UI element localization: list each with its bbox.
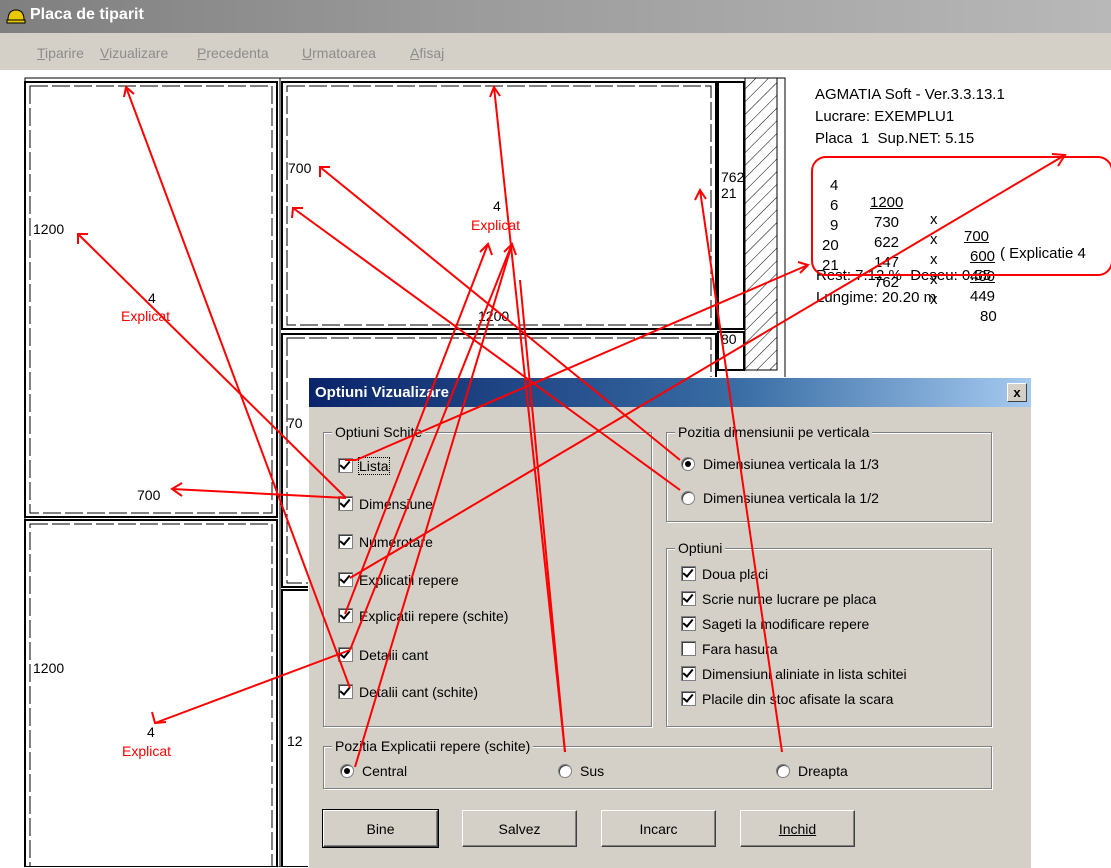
info-placa: Placa 1 Sup.NET: 5.15 bbox=[815, 130, 975, 147]
close-icon[interactable]: x bbox=[1007, 383, 1027, 402]
checkbox-icon bbox=[338, 572, 353, 587]
checkbox-icon bbox=[681, 616, 696, 631]
checkbox-lista[interactable]: Lista bbox=[338, 457, 390, 475]
radio-sus[interactable]: Sus bbox=[558, 763, 604, 779]
checkbox-explicatii-repere[interactable]: Explicatii repere bbox=[338, 572, 459, 588]
dialog-titlebar: Optiuni Vizualizare x bbox=[309, 378, 1031, 407]
checkbox-icon bbox=[681, 666, 696, 681]
info-lungime: Lungime: 20.20 m bbox=[816, 289, 937, 306]
dim-1200-mid: 1200 bbox=[478, 308, 510, 324]
dialog-title: Optiuni Vizualizare bbox=[315, 384, 449, 401]
menu-bar: Tiparire Vizualizare Precedenta Urmatoar… bbox=[0, 33, 1111, 70]
group-label: Pozitia Explicatii repere (schite) bbox=[332, 738, 534, 754]
menu-urmatoarea[interactable]: Urmatoarea bbox=[302, 45, 376, 61]
checkbox-fara-hasura[interactable]: Fara hasura bbox=[681, 641, 777, 657]
checkbox-scrie-nume-lucrare[interactable]: Scrie nume lucrare pe placa bbox=[681, 591, 876, 607]
group-label: Pozitia dimensiunii pe verticala bbox=[675, 424, 873, 440]
checkbox-placile-din-stoc[interactable]: Placile din stoc afisate la scara bbox=[681, 691, 893, 707]
dim-12: 12 bbox=[287, 733, 303, 749]
radio-dreapta[interactable]: Dreapta bbox=[776, 763, 848, 779]
checkbox-icon bbox=[338, 684, 353, 699]
checkbox-detalii-cant[interactable]: Detalii cant bbox=[338, 647, 428, 663]
checkbox-dimensiune[interactable]: Dimensiune bbox=[338, 496, 433, 512]
group-pozitia-explicatii: Pozitia Explicatii repere (schite) Centr… bbox=[323, 738, 992, 789]
checkbox-sageti[interactable]: Sageti la modificare repere bbox=[681, 616, 869, 632]
dim-762: 762 bbox=[721, 169, 745, 185]
group-label: Optiuni Schite bbox=[332, 424, 426, 440]
explicat-label-left: Explicat bbox=[121, 308, 171, 324]
radio-icon bbox=[681, 457, 695, 471]
checkbox-icon bbox=[338, 647, 353, 662]
explicat-label-top: Explicat bbox=[471, 217, 521, 233]
dim-700-top: 700 bbox=[288, 160, 312, 176]
checkbox-icon bbox=[338, 534, 353, 549]
bine-button[interactable]: Bine bbox=[322, 809, 439, 848]
salvez-button[interactable]: Salvez bbox=[462, 810, 577, 847]
checkbox-dimensiuni-aliniate[interactable]: Dimensiuni aliniate in lista schitei bbox=[681, 666, 907, 682]
checkbox-icon bbox=[338, 458, 353, 473]
incarc-button[interactable]: Incarc bbox=[601, 810, 716, 847]
checkbox-icon bbox=[681, 641, 696, 656]
inchid-button[interactable]: Inchid bbox=[740, 810, 855, 847]
options-dialog: Optiuni Vizualizare x Optiuni Schite Lis… bbox=[308, 377, 1031, 868]
dim-1200-top-left: 1200 bbox=[33, 221, 65, 237]
checkbox-icon bbox=[681, 591, 696, 606]
group-pozitia-dimensiunii: Pozitia dimensiunii pe verticala Dimensi… bbox=[666, 424, 992, 522]
part-number-4-left: 4 bbox=[148, 290, 156, 306]
checkbox-icon bbox=[338, 496, 353, 511]
radio-central[interactable]: Central bbox=[340, 763, 407, 779]
part-number-4-top: 4 bbox=[493, 198, 501, 214]
menu-tiparire[interactable]: Tiparire bbox=[37, 45, 84, 61]
menu-afisaj[interactable]: Afisaj bbox=[410, 45, 444, 61]
checkbox-doua-placi[interactable]: Doua placi bbox=[681, 566, 768, 582]
info-version: AGMATIA Soft - Ver.3.3.13.1 bbox=[815, 86, 1005, 103]
checkbox-icon bbox=[681, 566, 696, 581]
dim-700-left: 700 bbox=[137, 487, 161, 503]
group-optiuni-schite: Optiuni Schite Lista Dimensiune Numerota… bbox=[323, 424, 652, 727]
parts-row: 21 762 x 80 bbox=[822, 257, 997, 325]
helmet-icon bbox=[6, 9, 26, 24]
dim-21: 21 bbox=[721, 185, 737, 201]
checkbox-icon bbox=[681, 691, 696, 706]
checkbox-icon bbox=[338, 608, 353, 623]
menu-vizualizare[interactable]: Vizualizare bbox=[100, 45, 168, 61]
checkbox-detalii-cant-schite[interactable]: Detalii cant (schite) bbox=[338, 684, 478, 700]
radio-icon bbox=[558, 764, 572, 778]
radio-icon bbox=[681, 491, 695, 505]
radio-vertical-1-3[interactable]: Dimensiunea verticala la 1/3 bbox=[681, 456, 879, 472]
part-number-4-bottom: 4 bbox=[147, 724, 155, 740]
group-label: Optiuni bbox=[675, 540, 726, 556]
window-title: Placa de tiparit bbox=[30, 6, 144, 23]
radio-icon bbox=[340, 764, 354, 778]
group-optiuni: Optiuni Doua placi Scrie nume lucrare pe… bbox=[666, 540, 992, 727]
info-rest: Rest: 7.12 % Deseu: 0.55 bbox=[816, 267, 992, 284]
radio-icon bbox=[776, 764, 790, 778]
checkbox-numerotare[interactable]: Numerotare bbox=[338, 534, 433, 550]
explicat-label-bottom: Explicat bbox=[122, 743, 172, 759]
info-lucrare: Lucrare: EXEMPLU1 bbox=[815, 108, 955, 125]
dim-80: 80 bbox=[721, 331, 737, 347]
radio-vertical-1-2[interactable]: Dimensiunea verticala la 1/2 bbox=[681, 490, 879, 506]
checkbox-explicatii-repere-schite[interactable]: Explicatii repere (schite) bbox=[338, 608, 508, 624]
dim-1200-bottom-left: 1200 bbox=[33, 660, 65, 676]
dim-70: 70 bbox=[287, 415, 303, 431]
menu-precedenta[interactable]: Precedenta bbox=[197, 45, 269, 61]
window-titlebar: Placa de tiparit bbox=[0, 0, 1111, 33]
